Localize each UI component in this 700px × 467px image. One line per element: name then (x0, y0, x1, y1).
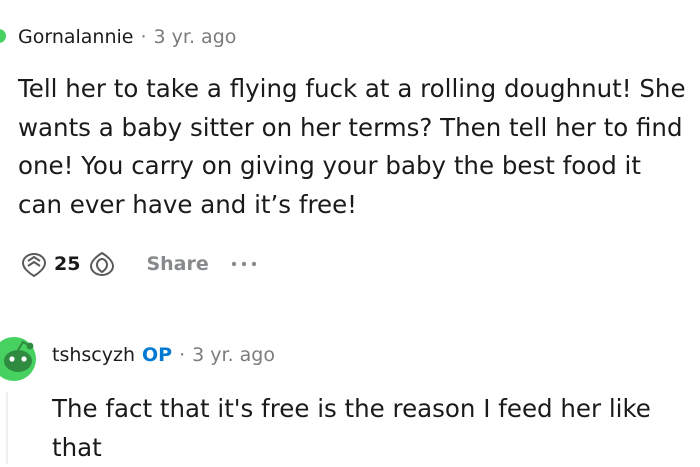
meta-separator: · (140, 26, 147, 48)
comment-timestamp[interactable]: 3 yr. ago (154, 26, 237, 48)
comment-author[interactable]: tshscyzh (52, 344, 135, 366)
comment-body: The fact that it's free is the reason I … (52, 394, 651, 462)
meta-separator: · (179, 344, 186, 366)
downvote-icon[interactable] (86, 248, 118, 280)
comment-meta: tshscyzh OP · 3 yr. ago (52, 344, 275, 366)
comment-author[interactable]: Gornalannie (18, 26, 133, 48)
avatar-stub[interactable] (0, 29, 6, 43)
comment-timestamp[interactable]: 3 yr. ago (192, 344, 275, 366)
comment-meta: Gornalannie · 3 yr. ago (18, 26, 236, 48)
more-options-icon[interactable] (229, 259, 259, 269)
vote-count: 25 (54, 253, 81, 275)
upvote-icon[interactable] (18, 248, 50, 280)
comment-body: Tell her to take a flying fuck at a roll… (18, 74, 686, 219)
share-button[interactable]: Share (146, 253, 208, 275)
snoo-avatar-icon[interactable] (0, 333, 40, 381)
comment-actions: 25 Share (18, 248, 259, 280)
thread-line[interactable] (6, 392, 8, 464)
op-badge: OP (142, 344, 173, 366)
